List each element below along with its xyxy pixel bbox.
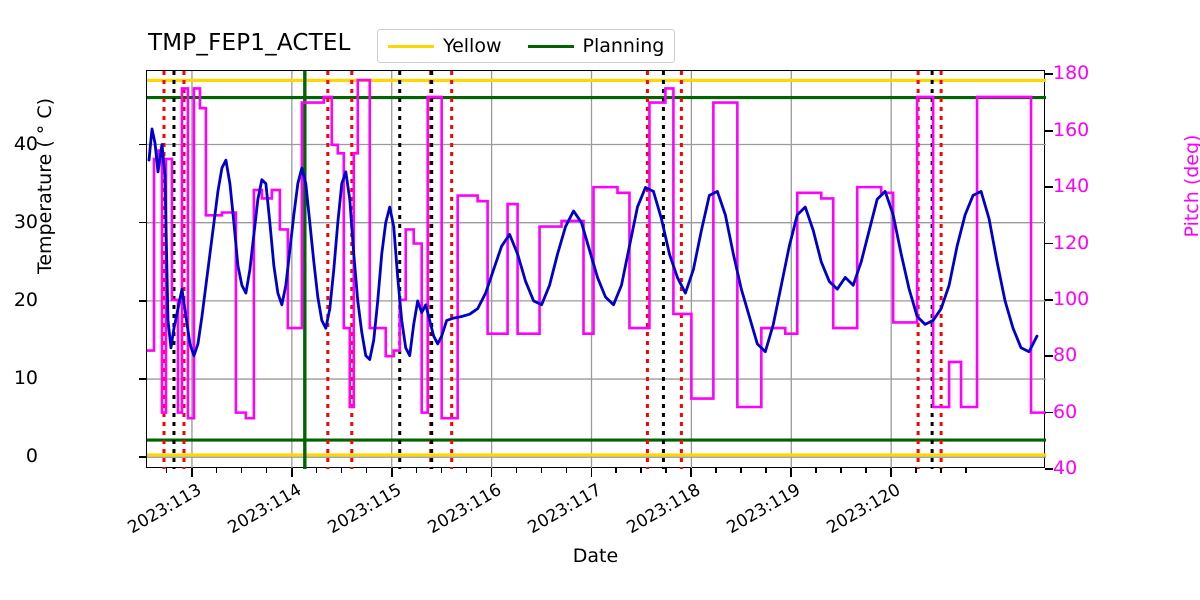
x-axis-label: Date bbox=[572, 545, 619, 567]
pitch-line bbox=[147, 78, 1046, 420]
x-minor-tick-mark bbox=[340, 468, 343, 473]
x-minor-tick-mark bbox=[865, 468, 867, 473]
y2-tick-mark bbox=[1045, 298, 1053, 301]
x-tick-label: 2023:116 bbox=[424, 480, 505, 539]
y-tick-label: 20 bbox=[13, 288, 38, 311]
y-tick-mark bbox=[139, 143, 147, 146]
plot-canvas bbox=[147, 71, 1046, 469]
y2-tick-mark bbox=[1045, 129, 1053, 132]
y2-tick-mark bbox=[1045, 242, 1053, 245]
legend-item-planning: Planning bbox=[527, 35, 665, 57]
legend-item-yellow: Yellow bbox=[388, 35, 502, 57]
y2-tick-mark bbox=[1045, 411, 1053, 414]
y2-tick-mark bbox=[1045, 468, 1053, 470]
y2-tick-label: 60 bbox=[1053, 400, 1078, 423]
y2-tick-mark bbox=[1045, 186, 1053, 188]
x-minor-tick-mark bbox=[765, 468, 767, 473]
y2-tick-label: 180 bbox=[1053, 62, 1090, 85]
y-axis-label: Temperature ( ° C) bbox=[34, 97, 56, 275]
legend-label-yellow: Yellow bbox=[443, 35, 502, 57]
x-minor-tick-mark bbox=[640, 468, 642, 473]
x-minor-tick-mark bbox=[515, 468, 518, 473]
x-tick-mark bbox=[890, 468, 892, 477]
x-tick-label: 2023:119 bbox=[723, 480, 805, 539]
y2-tick-label: 140 bbox=[1053, 175, 1090, 198]
x-minor-tick-mark bbox=[415, 468, 418, 473]
x-minor-tick-mark bbox=[365, 468, 368, 473]
x-tick-mark bbox=[390, 468, 393, 477]
x-tick-label: 2023:118 bbox=[623, 480, 705, 539]
chart-screenshot: TMP_FEP1_ACTEL Yellow Planning Temperatu… bbox=[0, 0, 1200, 600]
x-tick-mark bbox=[190, 468, 193, 477]
legend-swatch-planning bbox=[527, 44, 574, 48]
x-tick-mark bbox=[790, 468, 793, 477]
y2-tick-label: 80 bbox=[1053, 344, 1078, 367]
chart-title: TMP_FEP1_ACTEL bbox=[148, 30, 351, 56]
x-minor-tick-mark bbox=[915, 468, 917, 473]
plot-area bbox=[146, 70, 1046, 469]
y2-tick-mark bbox=[1045, 73, 1053, 76]
x-tick-mark bbox=[690, 468, 693, 477]
x-tick-label: 2023:114 bbox=[224, 480, 305, 539]
legend-label-planning: Planning bbox=[582, 35, 665, 57]
y2-tick-label: 100 bbox=[1053, 287, 1090, 310]
x-minor-tick-mark bbox=[165, 468, 168, 473]
x-minor-tick-mark bbox=[540, 468, 543, 473]
y2-tick-label: 120 bbox=[1053, 231, 1090, 254]
y-tick-label: 10 bbox=[13, 367, 38, 390]
x-minor-tick-mark bbox=[265, 468, 268, 473]
y2-tick-mark bbox=[1045, 355, 1053, 358]
legend-swatch-yellow bbox=[388, 44, 434, 48]
chart-legend: Yellow Planning bbox=[377, 29, 676, 63]
x-tick-mark bbox=[490, 468, 493, 477]
x-minor-tick-mark bbox=[440, 468, 443, 473]
y-tick-mark bbox=[139, 299, 147, 302]
limit-lines bbox=[147, 78, 1046, 457]
x-minor-tick-mark bbox=[665, 468, 667, 473]
y2-tick-label: 160 bbox=[1053, 118, 1090, 141]
x-tick-mark bbox=[590, 468, 593, 477]
y-tick-mark bbox=[139, 456, 147, 459]
y2-axis-label: Pitch (deg) bbox=[1181, 134, 1200, 238]
x-minor-tick-mark bbox=[240, 468, 243, 473]
y-tick-label: 40 bbox=[13, 132, 38, 155]
x-tick-label: 2023:117 bbox=[523, 480, 605, 539]
y-tick-label: 0 bbox=[25, 445, 38, 468]
y-tick-mark bbox=[139, 378, 147, 380]
pitch-series-line bbox=[147, 78, 1046, 420]
x-minor-tick-mark bbox=[315, 468, 318, 473]
x-tick-label: 2023:120 bbox=[823, 480, 905, 539]
x-tick-mark bbox=[290, 468, 293, 477]
x-minor-tick-mark bbox=[565, 468, 568, 473]
x-tick-label: 2023:113 bbox=[124, 480, 205, 539]
x-minor-tick-mark bbox=[465, 468, 468, 473]
x-minor-tick-mark bbox=[715, 468, 717, 473]
x-minor-tick-mark bbox=[965, 468, 967, 473]
y-tick-label: 30 bbox=[13, 210, 38, 233]
x-minor-tick-mark bbox=[840, 468, 842, 473]
x-minor-tick-mark bbox=[615, 468, 617, 473]
y-tick-mark bbox=[139, 221, 147, 224]
x-tick-label: 2023:115 bbox=[324, 480, 405, 539]
y2-tick-label: 40 bbox=[1053, 457, 1078, 479]
x-minor-tick-mark bbox=[815, 468, 817, 473]
x-minor-tick-mark bbox=[740, 468, 742, 473]
x-minor-tick-mark bbox=[215, 468, 218, 473]
x-minor-tick-mark bbox=[940, 468, 942, 473]
